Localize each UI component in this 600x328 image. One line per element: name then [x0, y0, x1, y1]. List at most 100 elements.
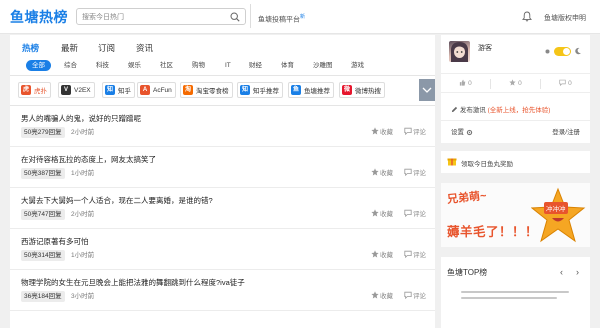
comment-button[interactable]: 评论 [404, 168, 426, 179]
bell-icon[interactable] [522, 11, 532, 22]
tab-subscribe[interactable]: 订阅 [98, 42, 115, 54]
publish-news-link[interactable]: 发布激讯 (全新上线，抢先体验) [451, 104, 550, 114]
tab-latest[interactable]: 最新 [61, 42, 78, 54]
item-time: 2小时前 [71, 129, 95, 136]
stat-value: 0 [468, 80, 472, 87]
list-item: 物理学院的女生在元旦晚会上能把法雅的舞翻跳到什么程度?iva徒子 36亮184回… [10, 271, 435, 311]
favorite-button[interactable]: 收藏 [371, 168, 393, 179]
search-input[interactable] [82, 11, 222, 23]
category-all[interactable]: 全部 [26, 60, 51, 71]
settings-button[interactable]: 设置 [451, 126, 473, 136]
category-tech[interactable]: 科技 [96, 60, 109, 71]
item-count: 50亮314回复 [21, 250, 65, 261]
source-v2ex[interactable]: V V2EX [58, 82, 95, 98]
stat-likes[interactable]: 0 [441, 79, 490, 87]
item-title[interactable]: 物理学院的女生在元旦晚会上能把法雅的舞翻跳到什么程度?iva徒子 [21, 277, 245, 288]
favorite-button[interactable]: 收藏 [371, 209, 393, 220]
item-time: 2小时前 [71, 211, 95, 218]
zhihu-icon: 知 [240, 85, 250, 95]
avatar[interactable] [449, 41, 470, 62]
source-hupu[interactable]: 虎 虎扑 [18, 82, 51, 98]
comment-label: 评论 [413, 252, 426, 259]
banner-slogan: 薅羊毛了！！！ [447, 225, 539, 239]
comment-icon [404, 209, 412, 218]
category-it[interactable]: IT [225, 60, 231, 71]
comment-label: 评论 [413, 211, 426, 218]
chevron-down-icon [422, 87, 432, 93]
comment-label: 评论 [413, 293, 426, 300]
item-title[interactable]: 大舅去下大舅妈一个人适合，现在二人要离婚，是谁的错? [21, 195, 213, 206]
category-funny-pics[interactable]: 沙雕图 [313, 60, 333, 71]
source-label: AcFun [153, 86, 172, 94]
category-finance[interactable]: 财经 [249, 60, 262, 71]
stat-favorites[interactable]: 0 [491, 79, 540, 87]
search-box[interactable] [76, 8, 246, 25]
source-label: 知乎推荐 [253, 88, 279, 95]
item-title[interactable]: 在对待容格瓦拉的态度上，网友太搞笑了 [21, 154, 156, 165]
category-general[interactable]: 综合 [64, 60, 77, 71]
source-fish-recommend[interactable]: 鱼 鱼塘推荐 [288, 82, 334, 98]
favorite-button[interactable]: 收藏 [371, 250, 393, 261]
gear-icon [466, 129, 472, 136]
list-item: 西游记原著有多可怕 50亮314回复 1小时前 收藏 评论 [10, 230, 435, 270]
copyright-link[interactable]: 鱼塘版权申明 [544, 13, 586, 23]
item-count: 50亮387回复 [21, 168, 65, 179]
star-icon [509, 79, 516, 86]
weibo-icon: 微 [342, 85, 352, 95]
tab-news[interactable]: 资讯 [136, 42, 153, 54]
comment-button[interactable]: 评论 [404, 209, 426, 220]
banner-tag: 冲冲冲 [544, 202, 568, 214]
v2ex-icon: V [61, 85, 71, 95]
promo-banner[interactable]: 兄弟萌~ 冲冲冲 薅羊毛了！！！ [441, 183, 590, 247]
favorite-button[interactable]: 收藏 [371, 127, 393, 138]
category-shopping[interactable]: 购物 [192, 60, 205, 71]
item-count: 50亮747回复 [21, 209, 65, 220]
login-register-button[interactable]: 登录/注册 [552, 126, 580, 136]
divider [10, 105, 435, 106]
comment-label: 评论 [413, 170, 426, 177]
daily-reward-card[interactable]: 领取今日鱼丸奖励 [441, 151, 590, 173]
banner-headline: 兄弟萌~ [446, 189, 488, 207]
source-zhihu-recommend[interactable]: 知 知乎推荐 [237, 82, 283, 98]
item-title[interactable]: 西游记原著有多可怕 [21, 236, 89, 247]
source-acfun[interactable]: A AcFun [137, 82, 176, 98]
source-label: V2EX [74, 86, 91, 94]
source-label: 虎扑 [34, 88, 47, 95]
expand-sources-button[interactable] [419, 79, 435, 101]
chevron-left-icon[interactable]: ‹ [560, 267, 563, 277]
submit-platform-link[interactable]: 鱼塘投稿平台新 [258, 13, 305, 24]
source-list: 虎 虎扑 V V2EX 知 知乎 A AcFun 淘 淘宝零食榜 知 知乎推荐 … [18, 82, 418, 98]
stat-value: 0 [568, 80, 572, 87]
comment-button[interactable]: 评论 [404, 127, 426, 138]
favorite-label: 收藏 [380, 129, 393, 136]
user-card: 游客 0 0 0 发布激讯 (全新上线，抢先体验) 设置 登录/注册 [441, 35, 590, 143]
favorite-label: 收藏 [380, 170, 393, 177]
item-time: 1小时前 [71, 170, 95, 177]
fish-icon: 鱼 [291, 85, 301, 95]
list-item: 男人的嘴骗人的鬼，说好的只蹭蹭呢 50亮279回复 2小时前 收藏 评论 [10, 107, 435, 147]
source-label: 淘宝零食榜 [196, 88, 229, 95]
item-title[interactable]: 男人的嘴骗人的鬼，说好的只蹭蹭呢 [21, 113, 141, 124]
source-weibo[interactable]: 微 微博热搜 [339, 82, 385, 98]
favorite-button[interactable]: 收藏 [371, 291, 393, 302]
comment-icon [404, 127, 412, 136]
theme-toggle[interactable] [554, 47, 571, 56]
category-entertainment[interactable]: 娱乐 [128, 60, 141, 71]
category-games[interactable]: 游戏 [351, 60, 364, 71]
source-zhihu[interactable]: 知 知乎 [102, 82, 135, 98]
category-community[interactable]: 社区 [160, 60, 173, 71]
comment-button[interactable]: 评论 [404, 250, 426, 261]
source-taobao[interactable]: 淘 淘宝零食榜 [180, 82, 233, 98]
chevron-right-icon[interactable]: › [576, 267, 579, 277]
sun-icon [545, 49, 550, 54]
site-logo[interactable]: 鱼塘热榜 [10, 7, 68, 27]
divider [441, 120, 590, 121]
source-label: 微博热搜 [355, 88, 381, 95]
tab-hot[interactable]: 热榜 [22, 42, 39, 54]
search-icon[interactable] [230, 12, 240, 22]
header-divider [250, 4, 251, 28]
stat-comments[interactable]: 0 [541, 79, 590, 87]
comment-button[interactable]: 评论 [404, 291, 426, 302]
category-sports[interactable]: 体育 [281, 60, 294, 71]
comment-label: 评论 [413, 129, 426, 136]
